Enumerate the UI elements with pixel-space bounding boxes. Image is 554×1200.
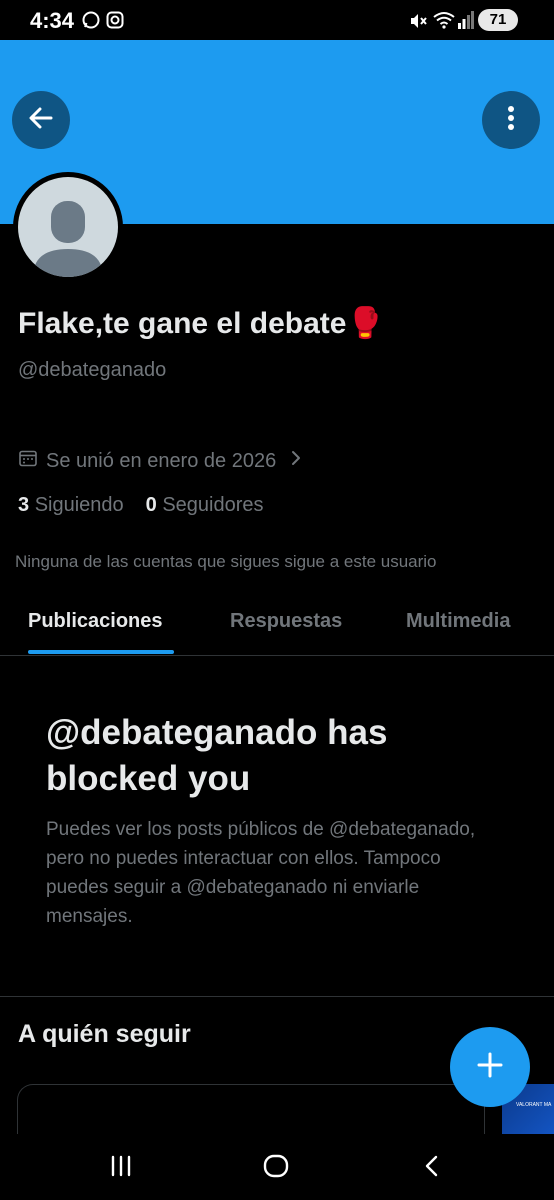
instagram-icon — [106, 11, 124, 34]
recents-button[interactable] — [101, 1154, 141, 1182]
home-icon — [263, 1154, 289, 1183]
who-to-follow-title: A quién seguir — [18, 1020, 191, 1048]
display-name: Flake,te gane el debate🥊 — [18, 307, 384, 340]
joined-date[interactable]: Se unió en enero de 2026 — [18, 448, 302, 474]
active-tab-indicator — [28, 650, 174, 654]
avatar[interactable] — [13, 172, 123, 282]
plus-icon — [476, 1051, 504, 1084]
more-vertical-icon — [507, 105, 515, 136]
system-back-button[interactable] — [412, 1154, 452, 1182]
follow-stats: 3 Siguiendo 0 Seguidores — [18, 494, 264, 517]
profile-tabs: Publicaciones Respuestas Multimedia — [0, 596, 554, 656]
home-button[interactable] — [256, 1154, 296, 1182]
followers-count: 0 — [145, 494, 157, 516]
followers-label: Seguidores — [162, 494, 264, 516]
mutuals-note: Ninguna de las cuentas que sigues sigue … — [15, 552, 437, 571]
joined-text: Se unió en enero de 2026 — [46, 449, 277, 472]
status-time: 4:34 — [30, 8, 75, 33]
compose-button[interactable] — [450, 1027, 530, 1107]
signal-icon — [458, 11, 474, 34]
blocked-description: Puedes ver los posts públicos de @debate… — [46, 819, 476, 927]
following-count: 3 — [18, 494, 30, 516]
whatsapp-icon — [82, 11, 100, 34]
tab-respuestas[interactable]: Respuestas — [230, 610, 342, 633]
battery-icon: 71 — [478, 9, 518, 31]
following-label: Siguiendo — [34, 494, 124, 516]
status-bar: 4:34 71 — [0, 0, 554, 40]
tab-multimedia[interactable]: Multimedia — [406, 610, 510, 633]
calendar-icon — [18, 448, 38, 474]
arrow-left-icon — [27, 104, 55, 137]
default-avatar-icon — [18, 177, 118, 277]
system-nav-bar — [0, 1134, 554, 1200]
tab-publicaciones[interactable]: Publicaciones — [28, 610, 163, 633]
back-icon — [423, 1154, 441, 1183]
more-options-button[interactable] — [482, 91, 540, 149]
handle: @debateganado — [18, 359, 167, 381]
chevron-right-icon — [290, 449, 302, 473]
section-divider — [0, 996, 554, 997]
followers-link[interactable]: 0 Seguidores — [146, 494, 264, 516]
wifi-icon — [433, 11, 455, 34]
following-link[interactable]: 3 Siguiendo — [18, 494, 124, 516]
mute-icon — [408, 11, 428, 36]
recents-icon — [109, 1154, 133, 1183]
suggestion-thumb-text: VALORANT MA — [516, 1102, 552, 1108]
back-button[interactable] — [12, 91, 70, 149]
blocked-title: @debateganado has blocked you — [46, 713, 388, 798]
